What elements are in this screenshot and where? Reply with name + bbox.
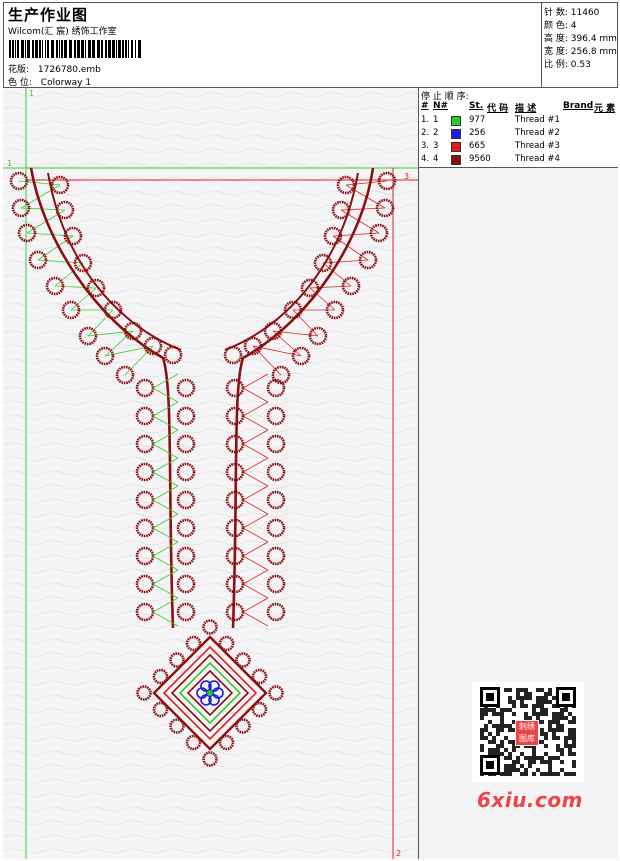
- design-file-row: 花版: 1726780.emb: [8, 62, 101, 75]
- barcode-icon: [9, 40, 141, 58]
- thread-needle: 3: [433, 141, 439, 151]
- thread-index: 4.: [421, 154, 430, 164]
- green-guide-marker-h: 1: [7, 159, 12, 168]
- fabric-texture: [3, 88, 418, 859]
- color-count-label: 颜 色:: [544, 21, 568, 31]
- colorway-name: Colorway 1: [40, 78, 92, 88]
- col-code: 代 码: [487, 104, 509, 114]
- page-title: 生产作业图: [8, 6, 89, 24]
- watermark-site: 6xiu.com: [477, 788, 583, 812]
- thread-index: 1.: [421, 115, 430, 125]
- design-file-label: 花版:: [8, 65, 30, 75]
- design-height-value: 396.4 mm: [570, 34, 617, 44]
- red-guide-marker-top: 3: [404, 172, 409, 181]
- thread-index: 2.: [421, 128, 430, 138]
- thread-index: 3.: [421, 141, 430, 151]
- stitch-count: 针 数: 11460: [544, 5, 599, 18]
- design-scale-value: 0.53: [570, 60, 591, 70]
- design-width-value: 256.8 mm: [570, 47, 617, 57]
- thread-swatch-green: [451, 116, 461, 126]
- thread-row[interactable]: 3. 3 665 Thread #3: [419, 141, 618, 154]
- col-index: #: [421, 101, 429, 111]
- col-element: 元 素: [594, 104, 616, 114]
- color-count: 颜 色: 4: [544, 18, 577, 31]
- design-height: 高 度: 396.4 mm: [544, 31, 617, 44]
- color-count-value: 4: [570, 21, 577, 31]
- thread-needle: 2: [433, 128, 439, 138]
- col-needle: N#: [433, 101, 449, 111]
- stitch-count-value: 11460: [570, 8, 600, 18]
- embroidery-preview: 1 1 3 2: [3, 88, 419, 859]
- watermark-stamp: 刺绣 图库: [515, 720, 539, 746]
- stop-sequence-panel: 停 止 顺 序: # N# St. 代 码 描 述 Brand 元 素 1. 1…: [419, 88, 618, 168]
- design-scale: 比 例: 0.53: [544, 57, 591, 70]
- thread-description: Thread #4: [515, 154, 560, 164]
- thread-code: 665: [469, 141, 486, 151]
- thread-description: Thread #2: [515, 128, 560, 138]
- thread-row[interactable]: 1. 1 977 Thread #1: [419, 115, 618, 128]
- design-width-label: 宽 度:: [544, 47, 568, 57]
- thread-swatch-red: [451, 142, 461, 152]
- flower-centre: [207, 690, 213, 696]
- stitch-count-label: 针 数:: [544, 8, 568, 18]
- header-info: 生产作业图 Wilcom(汇 宸) 绣饰工作室 花版: 1726780.emb …: [3, 2, 542, 88]
- design-file-name: 1726780.emb: [37, 65, 101, 75]
- thread-swatch-dark-red: [451, 155, 461, 165]
- col-brand: Brand: [563, 101, 594, 111]
- col-description: 描 述: [515, 104, 537, 114]
- design-scale-label: 比 例:: [544, 60, 568, 70]
- green-guide-marker: 1: [29, 89, 34, 98]
- thread-needle: 1: [433, 115, 439, 125]
- thread-code: 9560: [469, 154, 491, 164]
- colorway-row: 色 位: Colorway 1: [8, 75, 91, 88]
- design-stats: 针 数: 11460 颜 色: 4 高 度: 396.4 mm 宽 度: 256…: [542, 2, 618, 88]
- thread-description: Thread #3: [515, 141, 560, 151]
- thread-swatch-blue: [451, 129, 461, 139]
- design-height-label: 高 度:: [544, 34, 568, 44]
- thread-row[interactable]: 4. 4 9560 Thread #4: [419, 154, 618, 167]
- design-width: 宽 度: 256.8 mm: [544, 44, 617, 57]
- colorway-label: 色 位:: [8, 78, 32, 88]
- thread-row[interactable]: 2. 2 256 Thread #2: [419, 128, 618, 141]
- red-guide-marker-bottom: 2: [396, 849, 401, 858]
- thread-code: 256: [469, 128, 486, 138]
- thread-description: Thread #1: [515, 115, 560, 125]
- col-stitch: St.: [469, 101, 484, 111]
- thread-needle: 4: [433, 154, 439, 164]
- studio-name: Wilcom(汇 宸) 绣饰工作室: [8, 27, 117, 37]
- thread-code: 977: [469, 115, 486, 125]
- embroidery-canvas: 1 1 3 2: [3, 88, 418, 859]
